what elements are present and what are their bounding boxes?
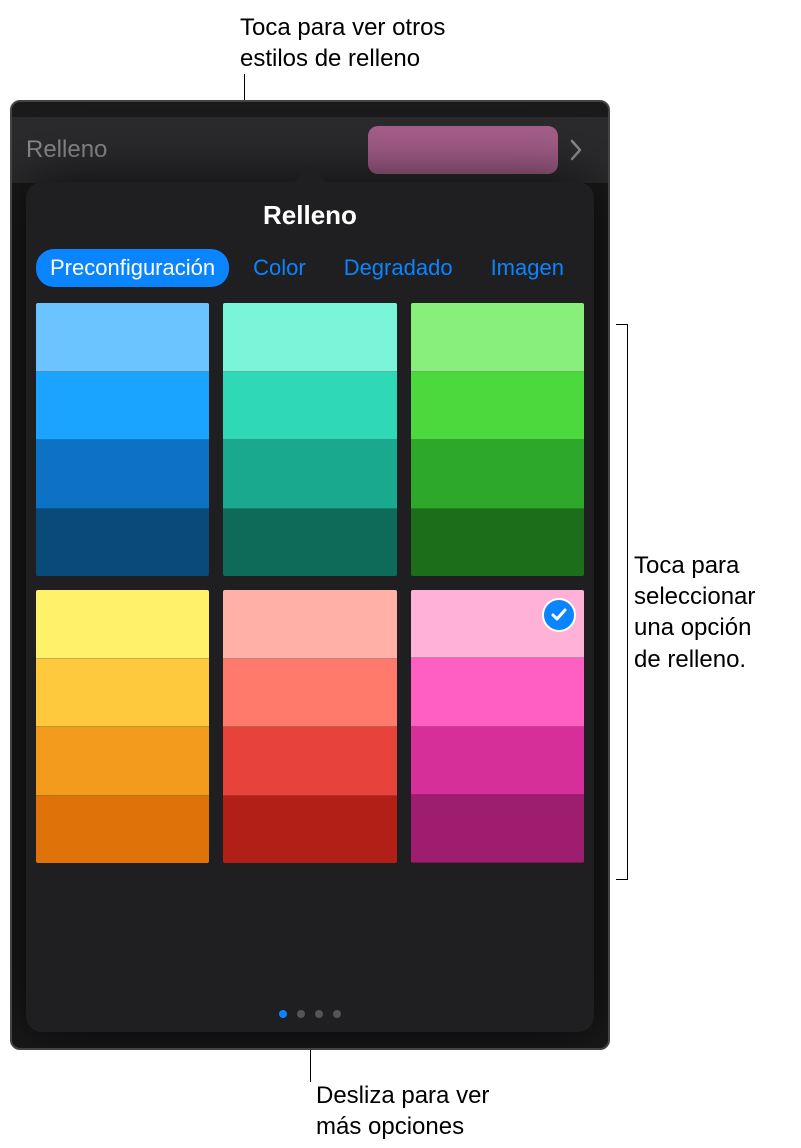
page-dot[interactable] — [279, 1010, 287, 1018]
annotation-top: Toca para ver otros estilos de relleno — [240, 12, 560, 74]
color-band — [223, 727, 396, 796]
color-band — [36, 659, 209, 728]
color-band — [411, 440, 584, 509]
color-band — [36, 372, 209, 441]
popover-title: Relleno — [26, 182, 594, 245]
color-band — [223, 659, 396, 728]
device-frame: Relleno Relleno Preconfiguración Color D… — [10, 100, 610, 1050]
annotation-right: Toca para seleccionar una opción de rell… — [634, 550, 794, 675]
color-band — [223, 372, 396, 441]
preset-grid — [26, 303, 594, 863]
preset-tile-blue[interactable] — [36, 303, 209, 576]
tab-image[interactable]: Imagen — [477, 249, 578, 287]
page-dot[interactable] — [315, 1010, 323, 1018]
color-band — [223, 590, 396, 659]
color-band — [36, 303, 209, 372]
color-band — [411, 795, 584, 863]
tab-preset[interactable]: Preconfiguración — [36, 249, 229, 287]
checkmark-icon — [542, 598, 576, 632]
color-band — [411, 509, 584, 577]
color-band — [223, 796, 396, 864]
bracket-grid — [616, 324, 628, 880]
preset-tile-teal[interactable] — [223, 303, 396, 576]
tab-color[interactable]: Color — [239, 249, 320, 287]
preset-tile-yellow[interactable] — [36, 590, 209, 863]
preset-tile-pink[interactable] — [411, 590, 584, 863]
color-band — [36, 796, 209, 864]
color-band — [223, 303, 396, 372]
tab-gradient[interactable]: Degradado — [330, 249, 467, 287]
color-band — [411, 658, 584, 726]
page-dot[interactable] — [333, 1010, 341, 1018]
page-dot[interactable] — [297, 1010, 305, 1018]
color-band — [223, 509, 396, 577]
fill-popover: Relleno Preconfiguración Color Degradado… — [26, 182, 594, 1032]
color-band — [36, 440, 209, 509]
color-band — [36, 590, 209, 659]
chevron-right-icon[interactable] — [558, 139, 594, 161]
color-band — [36, 727, 209, 796]
page-dots[interactable] — [26, 1010, 594, 1018]
color-band — [411, 727, 584, 795]
annotation-bottom: Desliza para ver más opciones — [316, 1080, 576, 1142]
color-band — [36, 509, 209, 577]
preset-tile-green[interactable] — [411, 303, 584, 576]
color-band — [411, 303, 584, 372]
fill-row-label: Relleno — [26, 136, 368, 164]
color-band — [223, 440, 396, 509]
fill-row-swatch[interactable] — [368, 126, 558, 174]
preset-tile-red[interactable] — [223, 590, 396, 863]
fill-tabbar: Preconfiguración Color Degradado Imagen — [26, 245, 594, 303]
color-band — [411, 372, 584, 441]
